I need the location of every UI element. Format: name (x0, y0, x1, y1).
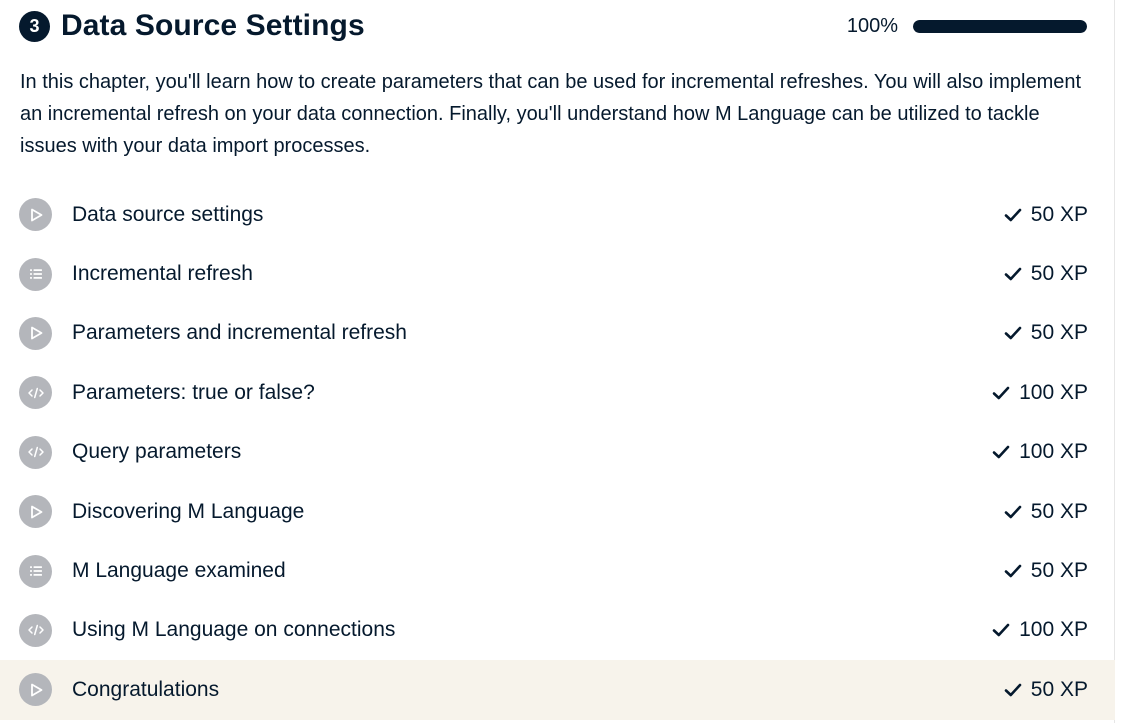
lesson-xp-value: 100 XP (1019, 440, 1088, 464)
lesson-xp-value: 100 XP (1019, 618, 1088, 642)
lesson-row[interactable]: Data source settings 50 XP (0, 185, 1115, 244)
lesson-xp-value: 50 XP (1030, 262, 1088, 286)
checkmark-icon (1004, 266, 1022, 282)
lesson-row[interactable]: Query parameters 100 XP (0, 423, 1115, 482)
checkmark-icon (1004, 207, 1022, 223)
lesson-xp: 50 XP (1004, 678, 1088, 702)
play-icon (19, 198, 52, 232)
checkmark-icon (992, 622, 1010, 638)
lesson-xp-value: 100 XP (1019, 380, 1088, 404)
checkmark-icon (1004, 325, 1022, 341)
lesson-row[interactable]: Congratulations 50 XP (0, 660, 1115, 720)
checkmark-icon (1004, 504, 1022, 520)
lesson-xp-value: 50 XP (1030, 202, 1088, 226)
lesson-xp: 50 XP (1004, 262, 1088, 286)
play-icon (19, 673, 52, 707)
lesson-title: M Language examined (72, 559, 286, 583)
chapter-title: Data Source Settings (61, 9, 365, 42)
lesson-title: Query parameters (72, 440, 242, 464)
list-icon (19, 257, 52, 291)
lesson-xp: 50 XP (1004, 500, 1088, 524)
play-icon (19, 495, 52, 529)
lesson-title: Parameters and incremental refresh (72, 321, 407, 345)
code-icon (19, 613, 52, 647)
lesson-title: Using M Language on connections (72, 618, 396, 642)
lesson-row[interactable]: Using M Language on connections 100 XP (0, 601, 1115, 660)
checkmark-icon (992, 444, 1010, 460)
checkmark-icon (992, 385, 1010, 401)
play-icon (19, 316, 52, 350)
chapter-description: In this chapter, you'll learn how to cre… (20, 71, 1082, 157)
lesson-row[interactable]: Parameters and incremental refresh 50 XP (0, 304, 1115, 363)
progress-bar-fill (913, 19, 1087, 33)
code-icon (19, 376, 52, 410)
lesson-xp: 100 XP (992, 440, 1088, 464)
lesson-xp-value: 50 XP (1030, 677, 1088, 701)
progress-percent: 100% (846, 14, 898, 37)
lesson-xp: 50 XP (1004, 559, 1088, 583)
progress-bar (913, 19, 1087, 33)
lesson-row[interactable]: Parameters: true or false? 100 XP (0, 363, 1115, 422)
lesson-title: Data source settings (72, 202, 264, 226)
list-icon (19, 554, 52, 588)
lesson-row[interactable]: Discovering M Language 50 XP (0, 482, 1115, 541)
checkmark-icon (1004, 563, 1022, 579)
lesson-xp: 50 XP (1004, 203, 1088, 227)
lesson-xp-value: 50 XP (1030, 499, 1088, 523)
code-icon (19, 435, 52, 469)
chapter-number-badge: 3 (19, 10, 50, 42)
checkmark-icon (1004, 682, 1022, 698)
lesson-title: Discovering M Language (72, 499, 305, 523)
lesson-xp: 100 XP (992, 618, 1088, 642)
chapter-header: 3 Data Source Settings 100% (19, 8, 1087, 44)
lesson-title: Incremental refresh (72, 262, 253, 286)
chapter-panel: 3 Data Source Settings 100% In this chap… (0, 0, 1115, 723)
lesson-xp-value: 50 XP (1030, 559, 1088, 583)
lesson-xp: 50 XP (1004, 321, 1088, 345)
lesson-xp-value: 50 XP (1030, 321, 1088, 345)
lesson-row[interactable]: M Language examined 50 XP (0, 541, 1115, 600)
lesson-list: Data source settings 50 XP Incremental ref… (0, 185, 1115, 720)
lesson-row[interactable]: Incremental refresh 50 XP (0, 244, 1115, 303)
lesson-title: Congratulations (72, 677, 220, 701)
lesson-title: Parameters: true or false? (72, 380, 315, 404)
chapter-progress: 100% (847, 15, 1087, 38)
lesson-xp: 100 XP (992, 381, 1088, 405)
